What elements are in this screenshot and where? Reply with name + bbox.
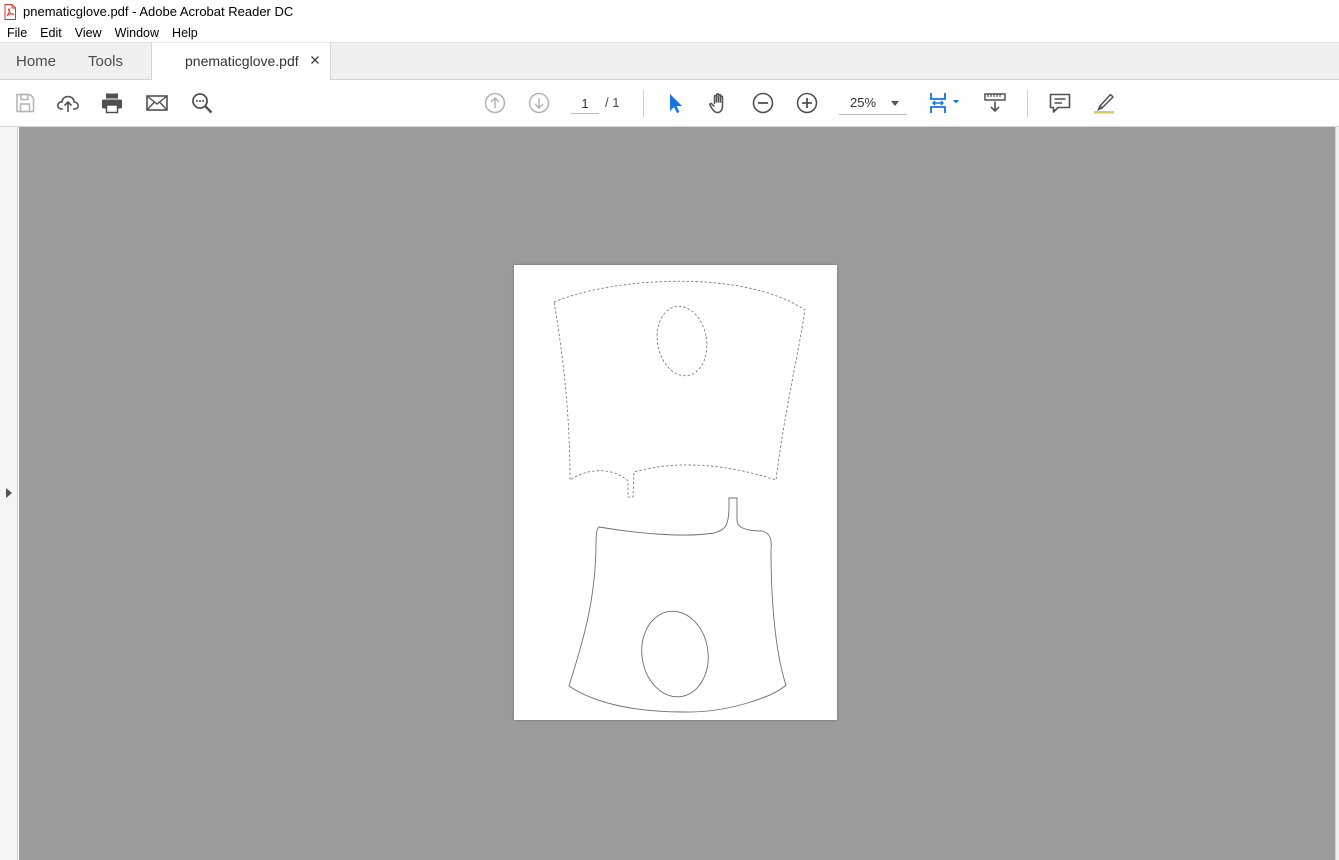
- tab-home[interactable]: Home: [16, 43, 56, 80]
- menu-help[interactable]: Help: [165, 26, 204, 40]
- email-button[interactable]: [143, 89, 171, 117]
- zoom-in-button[interactable]: [793, 89, 821, 117]
- find-button[interactable]: [188, 89, 216, 117]
- tab-bar: Home Tools pnematicglove.pdf: [0, 43, 1339, 81]
- lower-hole-outline: [641, 610, 709, 698]
- email-icon: [146, 95, 168, 111]
- tab-tools[interactable]: Tools: [88, 43, 123, 80]
- close-icon[interactable]: [307, 52, 323, 68]
- zoom-dropdown[interactable]: 25%: [839, 92, 907, 115]
- page-down-icon: [528, 92, 550, 114]
- tab-document-label: pnematicglove.pdf: [185, 53, 299, 69]
- hand-icon: [709, 93, 724, 114]
- print-icon: [102, 93, 122, 114]
- select-tool-button[interactable]: [661, 89, 689, 117]
- comment-button[interactable]: [1046, 89, 1074, 117]
- menu-edit[interactable]: Edit: [33, 26, 68, 40]
- scroll-mode-button[interactable]: [981, 89, 1009, 117]
- scroll-mode-icon: [984, 93, 1006, 113]
- upper-pattern-outline: [553, 280, 806, 498]
- window-title: pnematicglove.pdf - Adobe Acrobat Reader…: [23, 4, 294, 19]
- highlight-pen-icon: [1094, 93, 1114, 114]
- save-button[interactable]: [11, 89, 39, 117]
- previous-page-button[interactable]: [481, 89, 509, 117]
- pdf-page: [514, 265, 837, 720]
- zoom-out-icon: [752, 92, 774, 114]
- upper-hole-outline: [656, 305, 708, 377]
- zoom-search-icon: [192, 93, 213, 114]
- chevron-down-icon: [891, 101, 899, 106]
- fit-page-icon: [930, 93, 959, 113]
- select-arrow-icon: [670, 94, 682, 113]
- hand-tool-button[interactable]: [705, 89, 733, 117]
- toolbar-separator: [643, 90, 644, 117]
- tab-document[interactable]: pnematicglove.pdf: [151, 43, 331, 81]
- fit-page-button[interactable]: [925, 89, 963, 117]
- page-total: / 1: [605, 95, 620, 110]
- print-button[interactable]: [98, 89, 126, 117]
- left-panel-rail[interactable]: [0, 127, 18, 860]
- highlight-button[interactable]: [1090, 89, 1118, 117]
- menu-window[interactable]: Window: [108, 26, 165, 40]
- menu-view[interactable]: View: [68, 26, 108, 40]
- upload-button[interactable]: [54, 89, 82, 117]
- expand-panel-icon[interactable]: [6, 488, 12, 498]
- menu-file[interactable]: File: [0, 26, 33, 40]
- save-icon: [16, 93, 35, 113]
- zoom-value: 25%: [850, 95, 877, 110]
- menu-bar: File Edit View Window Help: [0, 23, 1339, 43]
- zoom-in-icon: [796, 92, 818, 114]
- upload-cloud-icon: [56, 95, 79, 112]
- title-bar: pnematicglove.pdf - Adobe Acrobat Reader…: [0, 0, 1339, 23]
- page-up-icon: [484, 92, 506, 114]
- next-page-button[interactable]: [525, 89, 553, 117]
- main-toolbar: / 1 25%: [0, 80, 1339, 127]
- document-viewer[interactable]: [19, 127, 1335, 860]
- page-drawing: [553, 280, 806, 713]
- comment-icon: [1049, 93, 1071, 113]
- zoom-out-button[interactable]: [749, 89, 777, 117]
- page-number-input[interactable]: [571, 93, 599, 114]
- lower-pattern-outline: [568, 497, 787, 713]
- pdf-file-icon: [4, 3, 16, 20]
- toolbar-separator: [1027, 90, 1028, 117]
- viewer-right-edge: [1335, 127, 1339, 860]
